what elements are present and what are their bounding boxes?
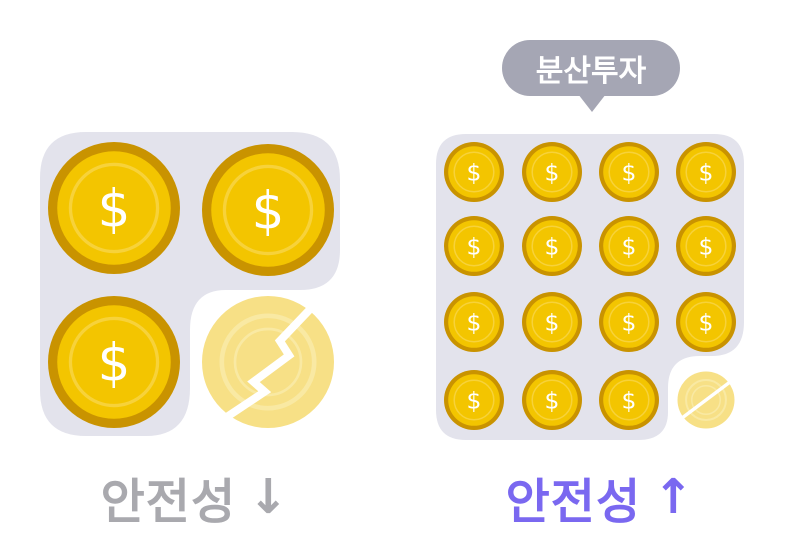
dollar-symbol: $ bbox=[467, 309, 482, 337]
right-caption-text: 안전성 bbox=[505, 474, 642, 530]
dollar-coin-icon: $ bbox=[599, 142, 659, 202]
arrow-up-icon: ↑ bbox=[653, 469, 695, 525]
dollar-coin-icon: $ bbox=[444, 370, 504, 430]
left-caption-text: 안전성 bbox=[100, 474, 237, 530]
dollar-coin-icon: $ bbox=[676, 142, 736, 202]
dollar-coin-icon: $ bbox=[676, 216, 736, 276]
dollar-symbol: $ bbox=[545, 159, 560, 187]
dollar-symbol: $ bbox=[622, 233, 637, 261]
dollar-coin-icon: $ bbox=[599, 370, 659, 430]
dollar-symbol: $ bbox=[98, 179, 131, 239]
dollar-symbol: $ bbox=[98, 333, 131, 393]
dollar-symbol: $ bbox=[699, 233, 714, 261]
dollar-coin-icon: $ bbox=[202, 144, 334, 276]
dollar-symbol: $ bbox=[622, 159, 637, 187]
dollar-symbol: $ bbox=[699, 159, 714, 187]
dollar-symbol: $ bbox=[467, 387, 482, 415]
dollar-symbol: $ bbox=[467, 233, 482, 261]
right-caption: 안전성 ↑ bbox=[460, 462, 740, 532]
dollar-coin-icon: $ bbox=[444, 142, 504, 202]
cracked-coin-icon bbox=[676, 371, 736, 429]
dollar-coin-icon: $ bbox=[676, 292, 736, 352]
dollar-symbol: $ bbox=[545, 309, 560, 337]
dollar-coin-icon: $ bbox=[48, 142, 180, 274]
dollar-symbol: $ bbox=[545, 233, 560, 261]
dollar-coin-icon: $ bbox=[599, 292, 659, 352]
bubble-label: 분산투자 bbox=[535, 54, 647, 89]
dollar-symbol: $ bbox=[467, 159, 482, 187]
dollar-coin-icon: $ bbox=[599, 216, 659, 276]
dollar-coin-icon: $ bbox=[522, 292, 582, 352]
arrow-down-icon: ↓ bbox=[248, 469, 290, 525]
cracked-coin-icon bbox=[202, 296, 334, 428]
dollar-coin-icon: $ bbox=[522, 370, 582, 430]
dollar-coin-icon: $ bbox=[522, 142, 582, 202]
dollar-coin-icon: $ bbox=[48, 296, 180, 428]
dollar-symbol: $ bbox=[699, 309, 714, 337]
dollar-symbol: $ bbox=[252, 181, 285, 241]
dollar-symbol: $ bbox=[622, 387, 637, 415]
dollar-symbol: $ bbox=[622, 309, 637, 337]
dollar-coin-icon: $ bbox=[522, 216, 582, 276]
dollar-symbol: $ bbox=[545, 387, 560, 415]
dollar-coin-icon: $ bbox=[444, 216, 504, 276]
dollar-coin-icon: $ bbox=[444, 292, 504, 352]
left-caption: 안전성 ↓ bbox=[60, 462, 330, 532]
